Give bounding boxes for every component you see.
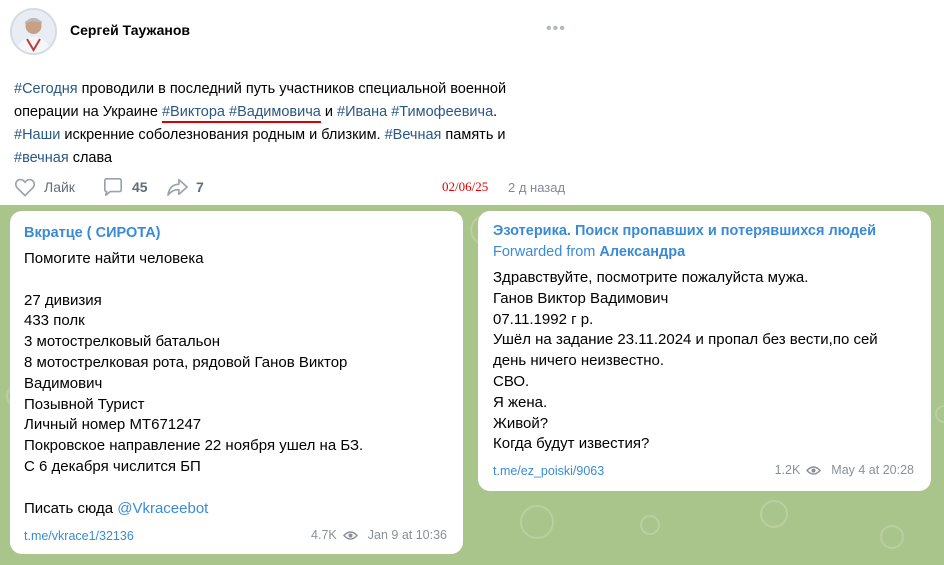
views-eye-icon [342,530,358,540]
handwritten-date: 02/06/25 [442,179,489,194]
views-count: 1.2K [774,463,801,477]
more-dots-icon[interactable]: ••• [546,20,566,38]
hashtag[interactable]: #Тимофеевича [391,104,493,120]
shares-count: 7 [196,179,204,195]
message-link[interactable]: t.me/ez_poiski/9063 [493,464,604,478]
telegram-message-1: Вкратце ( СИРОТА) Помогите найти человек… [10,211,463,554]
post-text: #Сегодня проводили в последний путь учас… [14,81,507,166]
hashtag[interactable]: #Сегодня [14,81,78,97]
message-meta: 1.2K May 4 at 20:28 [775,463,914,477]
hashtag[interactable]: #Вечная [385,127,442,143]
author-avatar[interactable] [10,8,57,55]
hashtag-underlined[interactable]: #Виктора #Вадимовича [161,104,321,123]
forwarded-author[interactable]: Александра [599,244,685,260]
hashtag[interactable]: #Ивана [337,104,387,120]
channel-name[interactable]: Эзотерика. Поиск пропавших и потерявшихс… [493,223,876,239]
share-button[interactable]: 7 [166,176,204,198]
message-time: Jan 9 at 10:36 [367,528,447,542]
hashtag[interactable]: #Наши [14,127,60,143]
like-button[interactable]: Лайк [14,176,75,198]
post-time[interactable]: 2 д назад [508,180,565,195]
contact-link[interactable]: @Vkraceebot [117,500,208,517]
message-time: May 4 at 20:28 [831,463,914,477]
message-text: Помогите найти человека 27 дивизия 433 п… [24,250,364,517]
like-label: Лайк [44,179,75,195]
comments-count: 45 [132,179,148,195]
message-text: Здравствуйте, посмотрите пожалуйста мужа… [493,269,878,453]
views-count: 4.7K [311,528,337,542]
comments-button[interactable]: 45 [102,176,148,198]
forwarded-from: Forwarded from Александра [493,244,686,260]
share-icon [167,178,188,196]
comment-icon [104,178,122,196]
message-meta: 4.7K Jan 9 at 10:36 [311,528,447,542]
views-eye-icon [806,465,822,475]
author-name[interactable]: Сергей Таужанов [70,22,190,38]
channel-name[interactable]: Вкратце ( СИРОТА) [24,225,161,241]
avatar-photo [12,10,55,53]
message-link[interactable]: t.me/vkrace1/32136 [24,529,134,543]
telegram-message-2: Эзотерика. Поиск пропавших и потерявшихс… [478,211,931,491]
vk-post: Сергей Таужанов ••• #Сегодня проводили в… [0,0,944,205]
heart-icon [14,178,36,197]
hashtag[interactable]: #вечная [14,150,69,166]
